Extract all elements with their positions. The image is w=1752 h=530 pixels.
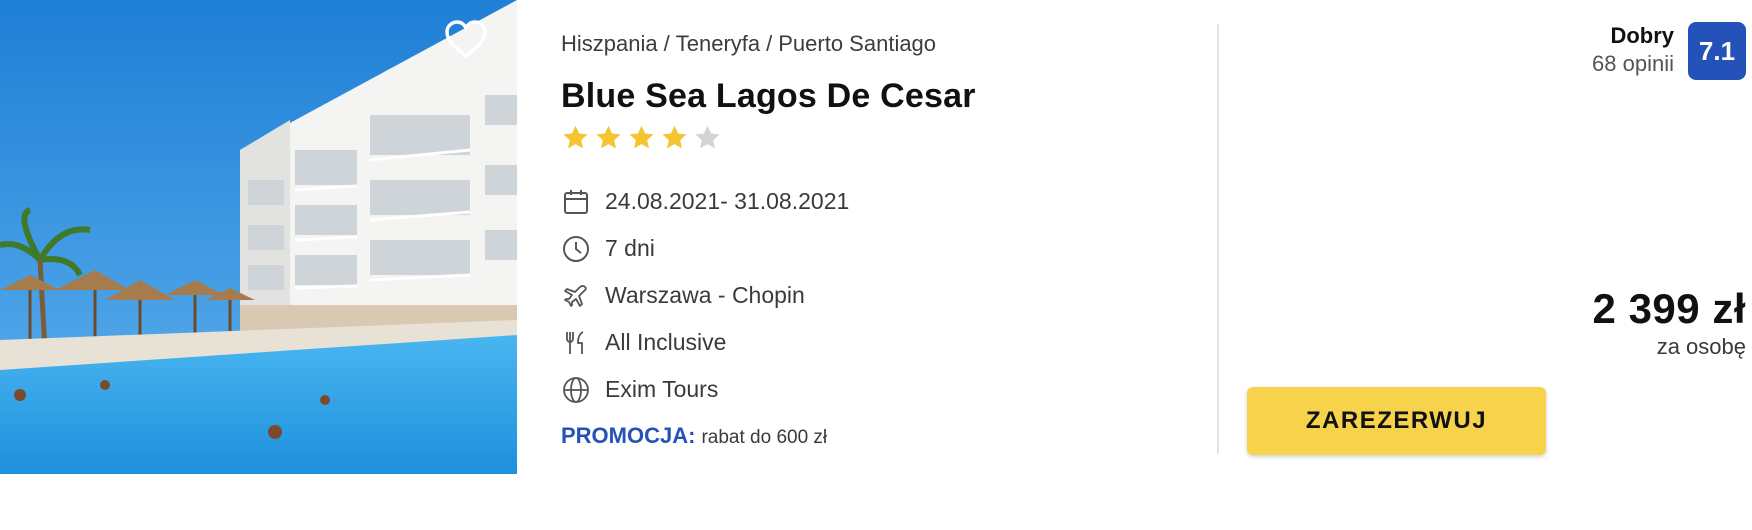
price-block: 2 399 zł za osobę [1593,284,1746,360]
review-rating[interactable]: Dobry 68 opinii 7.1 [1592,22,1746,80]
duration-text: 7 dni [605,235,655,261]
breadcrumb-city[interactable]: Puerto Santiago [778,31,936,56]
hotel-name[interactable]: Blue Sea Lagos De Cesar [561,76,1201,116]
fact-operator: Exim Tours [561,366,1201,413]
divider [1217,24,1219,454]
plane-icon [561,281,591,311]
star-rating [561,124,1201,156]
offer-facts: 24.08.2021- 31.08.2021 7 dni Warszawa - … [561,178,1201,413]
hotel-photo[interactable] [0,0,517,474]
favorite-button[interactable] [444,20,488,60]
breadcrumb-region[interactable]: Teneryfa [676,31,760,56]
offer-info: Hiszpania / Teneryfa / Puerto Santiago Blue … [561,28,1201,413]
breadcrumb-separator: / [766,31,773,56]
fact-duration: 7 dni [561,225,1201,272]
price-per-person: za osobę [1656,334,1746,359]
hotel-image [0,0,517,474]
review-count[interactable]: 68 opinii [1592,50,1674,78]
departure-text: Warszawa - Chopin [605,282,805,308]
promo-label: PROMOCJA: [561,423,696,448]
star-filled-icon [563,125,588,149]
breadcrumb-country[interactable]: Hiszpania [561,31,658,56]
rating-word: Dobry [1610,23,1674,48]
star-filled-icon [662,125,687,149]
heart-outline-icon [445,20,487,58]
fact-dates: 24.08.2021- 31.08.2021 [561,178,1201,225]
promo-text: rabat do 600 zł [701,427,828,448]
book-button[interactable]: ZAREZERWUJ [1247,387,1546,455]
promo: PROMOCJA: rabat do 600 zł [561,423,827,449]
clock-icon [561,234,591,264]
star-filled-icon [629,125,654,149]
offer-card[interactable]: Hiszpania / Teneryfa / Puerto Santiago Blue … [0,0,1752,530]
board-text: All Inclusive [605,329,727,355]
globe-icon [561,375,591,405]
star-filled-icon [596,125,621,149]
calendar-icon [561,187,591,217]
cutlery-icon [561,328,591,358]
fact-board: All Inclusive [561,319,1201,366]
dates-text: 24.08.2021- 31.08.2021 [605,188,850,214]
star-empty-icon [695,125,720,149]
rating-score-badge: 7.1 [1688,22,1746,80]
fact-departure: Warszawa - Chopin [561,272,1201,319]
price-value: 2 399 zł [1592,285,1746,332]
operator-text: Exim Tours [605,376,719,402]
rating-text: Dobry 68 opinii [1592,22,1674,78]
breadcrumb: Hiszpania / Teneryfa / Puerto Santiago [561,28,1201,60]
breadcrumb-separator: / [663,31,670,56]
